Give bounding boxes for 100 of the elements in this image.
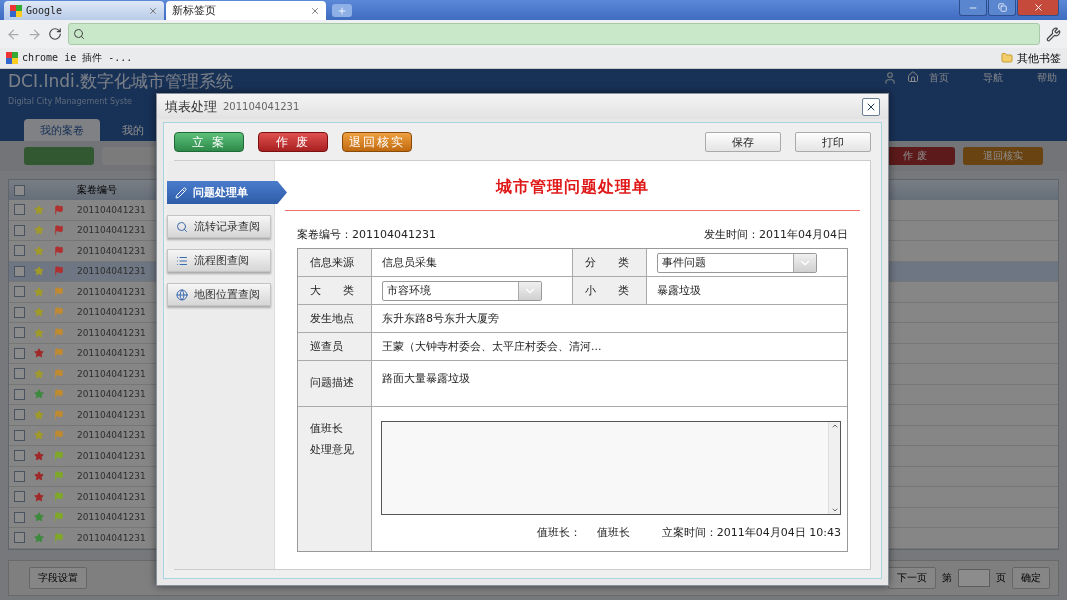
row-checkbox[interactable] — [13, 327, 25, 339]
row-checkbox[interactable] — [13, 224, 25, 236]
scroll-down-icon[interactable] — [830, 506, 839, 514]
field-label: 小 类 — [585, 283, 629, 298]
new-tab-button[interactable] — [332, 4, 352, 17]
field-value: 路面大量暴露垃圾 — [382, 372, 470, 385]
minimize-button[interactable] — [959, 0, 987, 16]
close-icon[interactable] — [148, 5, 158, 16]
header-link[interactable]: 首页 — [929, 71, 949, 85]
action-button[interactable]: 打印 — [795, 132, 871, 152]
row-checkbox[interactable] — [13, 388, 25, 400]
field-label: 巡查员 — [310, 339, 343, 354]
page-label: 第 — [942, 570, 952, 585]
app-subtitle: Digital City Management Syste — [8, 97, 132, 106]
row-checkbox[interactable] — [13, 204, 25, 216]
table-cell: 201104041231 — [77, 368, 146, 379]
row-checkbox[interactable] — [13, 470, 25, 482]
row-checkbox[interactable] — [13, 368, 25, 380]
filed-time: 立案时间：2011年04月04日 10:43 — [661, 525, 841, 540]
back-icon[interactable] — [6, 26, 21, 42]
table-cell: 201104041231 — [77, 430, 146, 441]
field-label: 问题描述 — [310, 375, 354, 390]
list-icon — [176, 254, 188, 267]
side-nav-item[interactable]: 流程图查阅 — [167, 249, 271, 272]
table-cell: 201104041231 — [77, 225, 146, 236]
table-cell: 201104041231 — [77, 286, 146, 297]
field-label: 处理意见 — [310, 442, 354, 457]
side-nav-item[interactable]: 问题处理单 — [167, 181, 287, 204]
table-cell: 201104041231 — [77, 327, 146, 338]
scroll-up-icon[interactable] — [830, 422, 839, 430]
table-cell: 201104041231 — [77, 245, 146, 256]
nav-tab[interactable]: 我的 — [106, 119, 160, 141]
search-icon — [73, 28, 85, 40]
select-field[interactable]: 市容环境 — [382, 280, 542, 301]
magnifier-icon — [176, 220, 188, 233]
action-button[interactable]: 保存 — [705, 132, 781, 152]
row-checkbox[interactable] — [13, 347, 25, 359]
row-checkbox[interactable] — [13, 532, 25, 544]
page-label: 页 — [996, 570, 1006, 585]
opinion-textarea[interactable] — [381, 421, 841, 515]
case-number: 案卷编号：201104041231 — [297, 227, 436, 242]
table-cell: 201104041231 — [77, 512, 146, 523]
pencil-icon — [175, 186, 187, 199]
form-title: 城市管理问题处理单 — [285, 161, 860, 211]
table-cell: 201104041231 — [77, 409, 146, 420]
plus-icon — [337, 5, 347, 16]
action-button[interactable]: 立 案 — [174, 132, 244, 152]
row-checkbox[interactable] — [13, 491, 25, 503]
field-value: 东升东路8号东升大厦旁 — [382, 311, 499, 326]
table-cell: 201104041231 — [77, 348, 146, 359]
globe-icon — [176, 288, 188, 301]
row-checkbox[interactable] — [13, 409, 25, 421]
side-nav-item[interactable]: 地图位置查阅 — [167, 283, 271, 306]
table-cell: 201104041231 — [77, 307, 146, 318]
action-button[interactable]: 作 废 — [258, 132, 328, 152]
dialog-title: 填表处理 — [165, 97, 217, 116]
forward-icon[interactable] — [27, 26, 42, 42]
side-nav-item[interactable]: 流转记录查阅 — [167, 215, 271, 238]
go-button[interactable]: 确定 — [1012, 566, 1050, 589]
table-cell: 201104041231 — [77, 491, 146, 502]
row-checkbox[interactable] — [13, 245, 25, 257]
header-link[interactable]: 帮助 — [1037, 71, 1057, 85]
close-icon[interactable] — [310, 5, 320, 16]
row-checkbox[interactable] — [13, 511, 25, 523]
browser-tab[interactable]: 新标签页 — [166, 1, 326, 20]
row-checkbox[interactable] — [13, 429, 25, 441]
reload-icon[interactable] — [48, 27, 62, 41]
table-cell: 201104041231 — [77, 532, 146, 543]
row-checkbox[interactable] — [13, 265, 25, 277]
table-cell: 201104041231 — [77, 204, 146, 215]
field-value: 暴露垃圾 — [657, 283, 701, 298]
bookmark-link[interactable]: chrome ie 插件 -... — [22, 51, 133, 65]
row-checkbox[interactable] — [13, 450, 25, 462]
select-field[interactable]: 事件问题 — [657, 252, 817, 273]
page-field[interactable] — [958, 568, 990, 587]
restore-icon — [997, 3, 1007, 12]
user-icon — [883, 71, 897, 85]
other-bookmarks-link[interactable]: 其他书签 — [1017, 50, 1061, 66]
next-page-button[interactable]: 下一页 — [888, 566, 936, 589]
column-header[interactable]: 案卷编号 — [77, 183, 117, 197]
nav-tab[interactable]: 我的案卷 — [24, 119, 100, 141]
browser-tab[interactable]: Google — [4, 1, 164, 20]
field-value: 信息员采集 — [382, 255, 437, 270]
g-logo-icon — [10, 4, 22, 17]
header-link[interactable]: 导航 — [983, 71, 1003, 85]
field-label: 发生地点 — [310, 311, 354, 326]
field-value: 王蒙（大钟寺村委会、太平庄村委会、清河... — [382, 339, 602, 354]
close-button[interactable] — [862, 97, 880, 116]
settings-button[interactable]: 字段设置 — [29, 566, 87, 589]
header-checkbox[interactable] — [13, 184, 25, 196]
restore-button[interactable] — [988, 0, 1016, 16]
occurred-time: 发生时间：2011年04月04日 — [704, 227, 848, 242]
wrench-icon[interactable] — [1046, 26, 1061, 42]
table-cell: 201104041231 — [77, 389, 146, 400]
address-field[interactable] — [68, 23, 1040, 45]
field-label: 分 类 — [585, 255, 629, 270]
folder-icon — [1001, 52, 1013, 64]
scrollbar[interactable] — [828, 422, 840, 514]
row-checkbox[interactable] — [13, 286, 25, 298]
row-checkbox[interactable] — [13, 306, 25, 318]
